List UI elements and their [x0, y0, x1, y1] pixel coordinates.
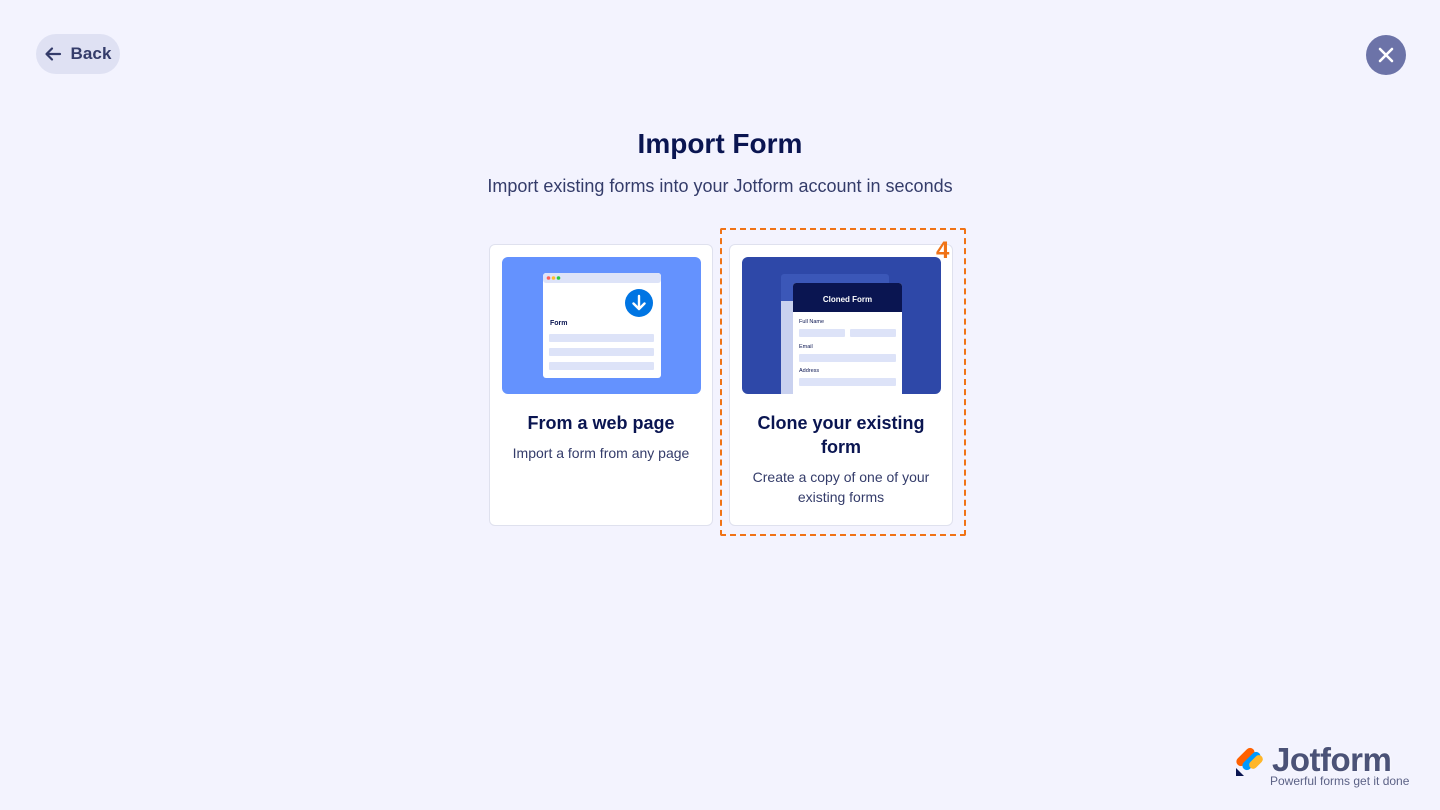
illustration-field-label: Full Name: [799, 319, 825, 325]
page-title: Import Form: [637, 128, 803, 159]
illustration-field-label: Email: [799, 344, 813, 350]
illustration-form-label: Form: [550, 320, 568, 327]
arrow-left-icon: [45, 47, 62, 61]
back-button-label: Back: [70, 44, 112, 63]
jotform-logo: Jotform Powerful forms get it done: [1232, 741, 1412, 790]
browser-form-illustration: [543, 273, 661, 378]
back-button[interactable]: Back: [36, 34, 120, 74]
clone-form-illustration: Cloned Form Full Name Email Address: [742, 257, 941, 394]
jotform-logo-icon: [1236, 747, 1263, 776]
illustration-field-label: Address: [799, 368, 820, 374]
page-subtitle: Import existing forms into your Jotform …: [487, 176, 953, 196]
brand-tagline: Powerful forms get it done: [1270, 774, 1410, 788]
option-card-web-page[interactable]: Form From a web page Import a form from …: [489, 244, 713, 526]
option-card-clone-form[interactable]: Cloned Form Full Name Email Address Clon…: [729, 244, 953, 526]
close-button[interactable]: [1366, 35, 1406, 75]
illustration-form-header: Cloned Form: [822, 295, 873, 304]
option-title: From a web page: [527, 413, 675, 433]
option-description: Import a form from any page: [512, 445, 690, 461]
close-icon: [1378, 47, 1394, 63]
annotation-badge: 4: [936, 237, 950, 264]
download-icon: [625, 289, 653, 317]
import-form-page: Back Import Form Import existing forms i…: [0, 0, 1440, 810]
option-title: Clone your existing form: [757, 413, 925, 457]
option-description: Create a copy of one of your existing fo…: [752, 469, 930, 505]
cloned-form-illustration: [781, 274, 902, 394]
web-page-illustration: Form: [502, 257, 701, 394]
